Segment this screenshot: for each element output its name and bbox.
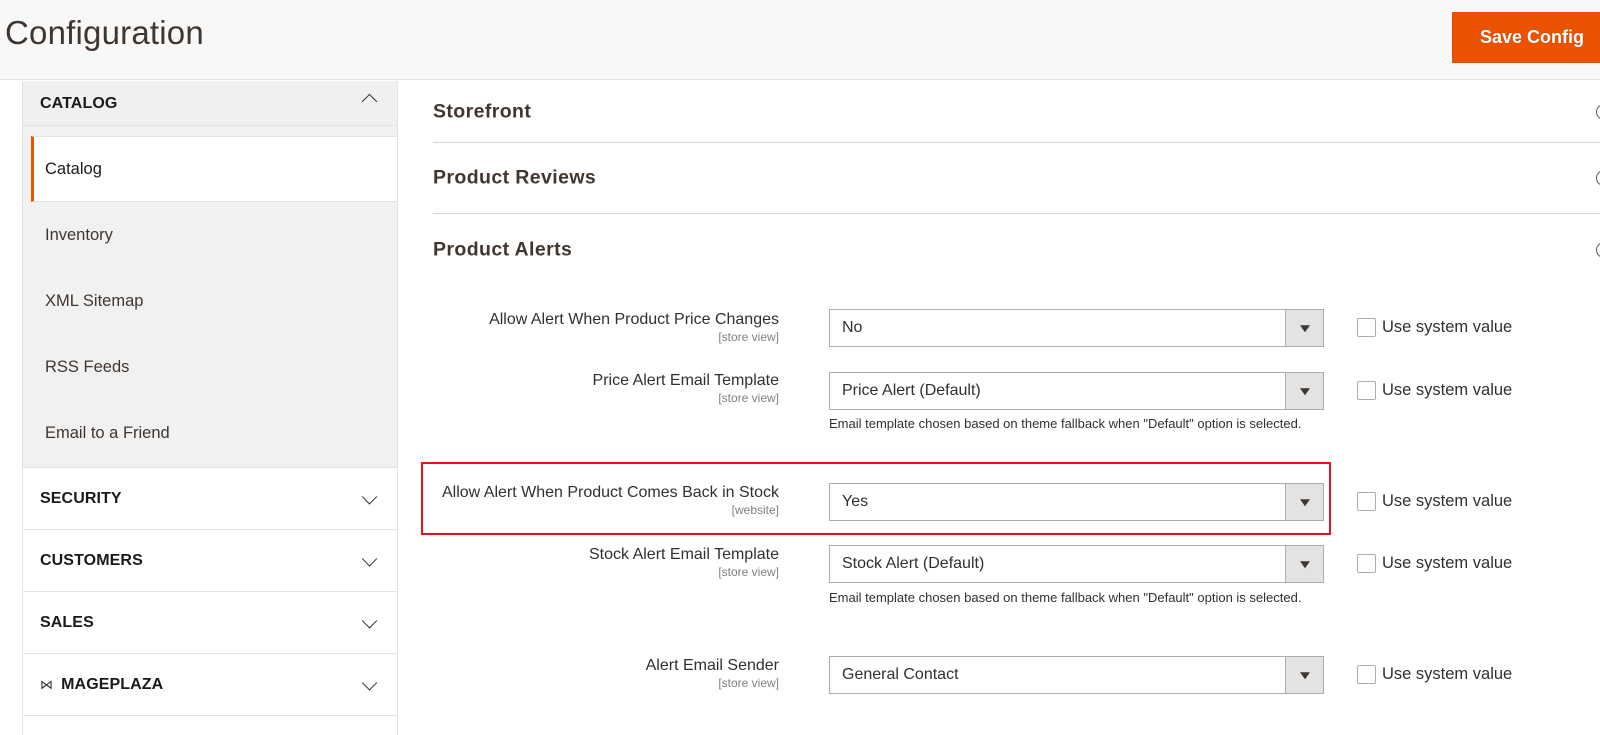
sidebar-item-email-to-a-friend[interactable]: Email to a Friend <box>23 400 397 466</box>
allow-price-alert-select[interactable]: No <box>829 309 1324 347</box>
dropdown-button[interactable] <box>1285 373 1323 409</box>
select-value: General Contact <box>842 666 959 683</box>
field-label: Price Alert Email Template [store view] <box>359 372 779 405</box>
checkbox[interactable] <box>1357 318 1376 337</box>
sidebar-section-label: CATALOG <box>40 95 118 112</box>
dropdown-button[interactable] <box>1285 657 1323 693</box>
mageplaza-logo-icon: ⋈ <box>40 676 54 692</box>
field-scope: [store view] <box>718 676 779 690</box>
sidebar-section-mageplaza[interactable]: ⋈ MAGEPLAZA <box>23 654 397 716</box>
field-label-text: Alert Email Sender <box>645 657 779 674</box>
sidebar-section-customers[interactable]: CUSTOMERS <box>23 530 397 592</box>
select-value: Price Alert (Default) <box>842 382 981 399</box>
use-system-value-checkbox[interactable]: Use system value <box>1357 492 1512 511</box>
stock-alert-template-select[interactable]: Stock Alert (Default) <box>829 545 1324 583</box>
checkbox[interactable] <box>1357 554 1376 573</box>
checkbox-label: Use system value <box>1382 318 1513 336</box>
sidebar-section-label: CUSTOMERS <box>40 551 143 569</box>
dropdown-arrow-icon <box>1299 388 1310 396</box>
sidebar-item-rss-feeds[interactable]: RSS Feeds <box>23 334 397 400</box>
field-label: Stock Alert Email Template [store view] <box>359 546 779 579</box>
sidebar-item-inventory[interactable]: Inventory <box>23 202 397 268</box>
sidebar-section-catalog[interactable]: CATALOG <box>23 81 397 126</box>
sidebar-item-xml-sitemap[interactable]: XML Sitemap <box>23 268 397 334</box>
field-scope: [store view] <box>718 391 779 405</box>
field-label-text: Allow Alert When Product Comes Back in S… <box>441 484 779 501</box>
dropdown-button[interactable] <box>1285 484 1323 520</box>
field-label-text: Price Alert Email Template <box>592 372 779 389</box>
select-value: Yes <box>842 493 869 510</box>
use-system-value-checkbox[interactable]: Use system value <box>1357 554 1512 573</box>
dropdown-arrow-icon <box>1299 325 1310 333</box>
chevron-down-icon <box>361 612 378 629</box>
checkbox-label: Use system value <box>1382 665 1513 683</box>
allow-stock-alert-select[interactable]: Yes <box>829 483 1324 521</box>
dropdown-button[interactable] <box>1285 546 1323 582</box>
price-alert-template-select[interactable]: Price Alert (Default) <box>829 372 1324 410</box>
dropdown-arrow-icon <box>1299 672 1310 680</box>
checkbox[interactable] <box>1357 492 1376 511</box>
checkbox[interactable] <box>1357 381 1376 400</box>
select-value: No <box>842 319 863 336</box>
field-label-text: Stock Alert Email Template <box>588 546 779 563</box>
sidebar-item-label: Inventory <box>45 225 113 244</box>
catalog-submenu: Catalog Inventory XML Sitemap RSS Feeds … <box>23 126 397 468</box>
field-note: Email template chosen based on theme fal… <box>829 590 1302 605</box>
checkbox[interactable] <box>1357 665 1376 684</box>
field-scope: [website] <box>731 503 779 517</box>
sidebar-item-label: XML Sitemap <box>45 291 144 310</box>
use-system-value-checkbox[interactable]: Use system value <box>1357 318 1512 337</box>
config-sidebar: CATALOG Catalog Inventory XML Sitemap RS… <box>22 81 398 735</box>
dropdown-arrow-icon <box>1299 499 1310 507</box>
sidebar-item-label: Email to a Friend <box>45 423 170 442</box>
sidebar-section-label-text: MAGEPLAZA <box>61 675 164 693</box>
field-note: Email template chosen based on theme fal… <box>829 416 1302 431</box>
sidebar-section-label: SECURITY <box>40 489 122 507</box>
sidebar-section-sales[interactable]: SALES <box>23 592 397 654</box>
sidebar-item-catalog[interactable]: Catalog <box>31 136 397 202</box>
field-scope: [store view] <box>718 330 779 344</box>
field-label: Alert Email Sender [store view] <box>359 657 779 690</box>
page-title: Configuration <box>5 14 204 51</box>
checkbox-label: Use system value <box>1382 492 1513 510</box>
dropdown-button[interactable] <box>1285 310 1323 346</box>
chevron-up-icon <box>361 93 378 110</box>
field-label-text: Allow Alert When Product Price Changes <box>489 311 779 328</box>
select-value: Stock Alert (Default) <box>842 555 985 572</box>
use-system-value-checkbox[interactable]: Use system value <box>1357 381 1512 400</box>
checkbox-label: Use system value <box>1382 381 1513 399</box>
field-label: Allow Alert When Product Price Changes [… <box>359 311 779 344</box>
sidebar-section-label: SALES <box>40 613 94 631</box>
checkbox-label: Use system value <box>1382 554 1513 572</box>
sidebar-section-label: ⋈ MAGEPLAZA <box>40 676 163 694</box>
alert-email-sender-select[interactable]: General Contact <box>829 656 1324 694</box>
dropdown-arrow-icon <box>1299 561 1310 569</box>
field-scope: [store view] <box>718 565 779 579</box>
field-label: Allow Alert When Product Comes Back in S… <box>359 484 779 517</box>
use-system-value-checkbox[interactable]: Use system value <box>1357 665 1512 684</box>
sidebar-item-label: Catalog <box>45 159 102 178</box>
fields-container: Allow Alert When Product Price Changes [… <box>416 0 1600 735</box>
sidebar-item-label: RSS Feeds <box>45 357 130 376</box>
sidebar-section-security[interactable]: SECURITY <box>23 468 397 530</box>
